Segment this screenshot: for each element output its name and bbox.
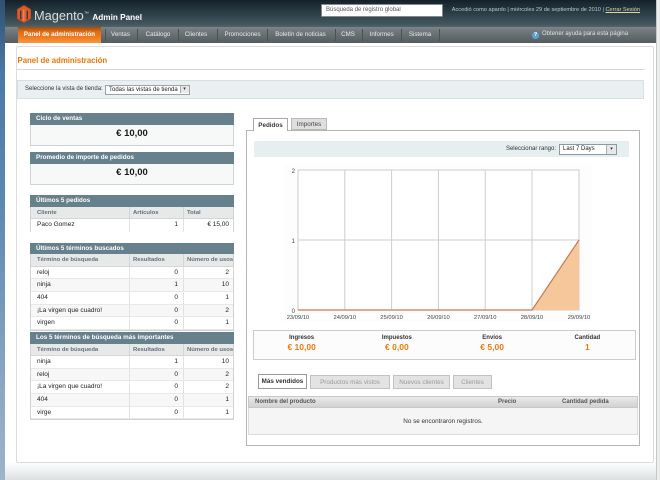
svg-text:28/09/10: 28/09/10	[521, 315, 544, 321]
svg-text:24/09/10: 24/09/10	[334, 315, 357, 321]
svg-text:29/09/10: 29/09/10	[568, 315, 591, 321]
svg-text:26/09/10: 26/09/10	[427, 315, 450, 321]
svg-text:23/09/10: 23/09/10	[287, 315, 310, 321]
svg-text:25/09/10: 25/09/10	[380, 315, 403, 321]
svg-text:27/09/10: 27/09/10	[474, 315, 497, 321]
